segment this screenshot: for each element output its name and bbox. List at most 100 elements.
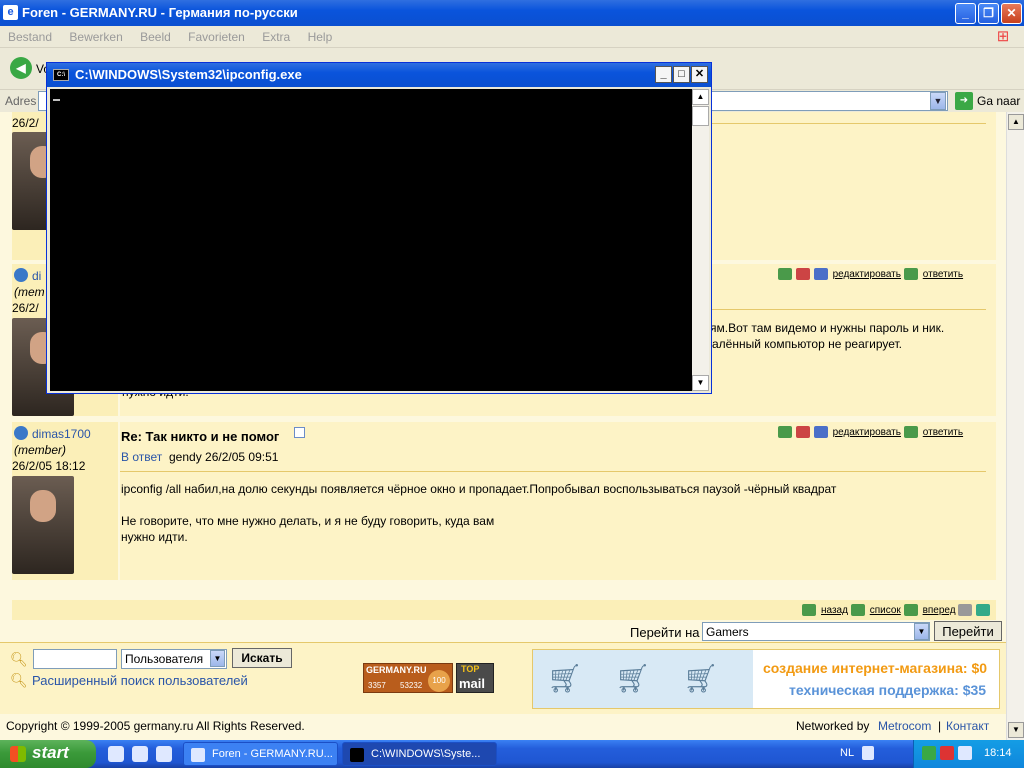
system-tray: 18:14 bbox=[913, 740, 1024, 768]
search-bar: 🔍︎ Пользователя ▼ Искать 🔍︎ Расширенный … bbox=[0, 642, 1006, 714]
metrocom-link[interactable]: Metrocom bbox=[878, 719, 931, 733]
search-type-dropdown-icon[interactable]: ▼ bbox=[210, 650, 225, 667]
post-title: Re: Так никто и не помог bbox=[121, 429, 280, 444]
address-dropdown-icon[interactable]: ▼ bbox=[930, 92, 946, 110]
edit-icon bbox=[813, 426, 828, 438]
console-title: C:\WINDOWS\System32\ipconfig.exe bbox=[75, 67, 302, 82]
reply-to-info: gendy 26/2/05 09:51 bbox=[169, 450, 279, 464]
quicklaunch-media-icon[interactable] bbox=[156, 746, 172, 762]
reply-to-link[interactable]: В ответ bbox=[121, 450, 162, 464]
language-indicator[interactable]: NL bbox=[840, 747, 854, 759]
post-text-line: Не говорите, что мне нужно делать, и я н… bbox=[121, 514, 495, 528]
print-icon[interactable] bbox=[795, 426, 810, 438]
post-icon bbox=[294, 427, 305, 438]
menu-tools[interactable]: Extra bbox=[254, 26, 296, 44]
menu-view[interactable]: Beeld bbox=[132, 26, 177, 44]
shopping-carts-image: 🛒︎ 🛒︎ 🛒︎ bbox=[533, 650, 753, 708]
nav-forward-link[interactable]: вперед bbox=[923, 605, 956, 616]
jump-label: Перейти на bbox=[630, 625, 700, 640]
post-user-role: (member) bbox=[14, 443, 67, 457]
post-date: 26/2/ bbox=[12, 301, 39, 315]
console-maximize-button[interactable]: □ bbox=[673, 66, 690, 83]
scroll-down-icon[interactable]: ▼ bbox=[1008, 722, 1024, 738]
nav-list-link[interactable]: список bbox=[870, 605, 901, 616]
counter-value-a: 3357 bbox=[368, 681, 386, 690]
post-username[interactable]: di bbox=[32, 269, 41, 283]
go-arrow-icon[interactable]: ➜ bbox=[955, 92, 973, 110]
jump-button[interactable]: Перейти bbox=[934, 621, 1002, 641]
taskbar-item-console[interactable]: C:\WINDOWS\Syste... bbox=[342, 742, 497, 766]
user-info-icon[interactable] bbox=[778, 268, 792, 280]
console-minimize-button[interactable]: _ bbox=[655, 66, 672, 83]
search-type-value: Пользователя bbox=[125, 652, 204, 666]
search-input[interactable] bbox=[33, 649, 117, 669]
console-titlebar[interactable]: C:\ C:\WINDOWS\System32\ipconfig.exe _ □… bbox=[47, 63, 711, 87]
tray-volume-icon[interactable] bbox=[958, 746, 972, 760]
advanced-search-icon: 🔍︎ bbox=[10, 672, 28, 688]
user-icon bbox=[14, 426, 28, 440]
console-close-button[interactable]: ✕ bbox=[691, 66, 708, 83]
quicklaunch-ie-icon[interactable] bbox=[132, 746, 148, 762]
restore-button[interactable]: ❐ bbox=[978, 3, 999, 24]
forum-select[interactable]: Gamers bbox=[702, 622, 930, 641]
banner-line-1: создание интернет-магазина: $0 bbox=[763, 660, 988, 676]
console-icon: C:\ bbox=[53, 69, 69, 81]
page-scrollbar[interactable]: ▲ ▼ bbox=[1006, 112, 1024, 740]
search-button[interactable]: Искать bbox=[232, 648, 292, 668]
minimize-button[interactable]: _ bbox=[955, 3, 976, 24]
print-icon[interactable] bbox=[795, 268, 810, 280]
menu-edit[interactable]: Bewerken bbox=[61, 26, 128, 44]
post-body: Re: Так никто и не помог редактировать о… bbox=[120, 422, 996, 580]
console-screen[interactable] bbox=[50, 89, 692, 391]
counter-site: GERMANY.RU bbox=[366, 665, 427, 675]
go-button-label[interactable]: Ga naar bbox=[977, 94, 1020, 108]
top-mail-badge[interactable]: TOP mail bbox=[456, 663, 494, 693]
taskbar-item-ie[interactable]: Foren - GERMANY.RU... bbox=[183, 742, 338, 766]
tray-security-icon[interactable] bbox=[922, 746, 936, 760]
quicklaunch-desktop-icon[interactable] bbox=[108, 746, 124, 762]
post-text-line: ipconfig /all набил,на долю секунды появ… bbox=[121, 482, 837, 496]
clock[interactable]: 18:14 bbox=[984, 747, 1012, 759]
window-title: Foren - GERMANY.RU - Германия по-русски bbox=[22, 5, 298, 20]
forum-select-dropdown-icon[interactable]: ▼ bbox=[914, 623, 929, 640]
edit-link[interactable]: редактировать bbox=[833, 427, 901, 438]
advanced-search-link[interactable]: Расширенный поиск пользователей bbox=[32, 673, 248, 688]
console-scrollbar[interactable]: ▲ ▼ bbox=[692, 89, 709, 391]
console-window[interactable]: C:\ C:\WINDOWS\System32\ipconfig.exe _ □… bbox=[46, 62, 712, 394]
user-info-icon[interactable] bbox=[778, 426, 792, 438]
console-scroll-thumb[interactable] bbox=[692, 106, 709, 126]
ie-icon bbox=[191, 748, 205, 762]
forward-icon bbox=[903, 604, 918, 616]
start-button[interactable]: start bbox=[0, 740, 96, 768]
ad-banner[interactable]: 🛒︎ 🛒︎ 🛒︎ создание интернет-магазина: $0 … bbox=[532, 649, 1000, 709]
close-button[interactable]: ✕ bbox=[1001, 3, 1022, 24]
post-user-role: (mem bbox=[14, 285, 45, 299]
nav-back-link[interactable]: назад bbox=[821, 605, 848, 616]
taskbar: start Foren - GERMANY.RU... C:\WINDOWS\S… bbox=[0, 740, 1024, 768]
top-mail-mail: mail bbox=[459, 676, 486, 691]
germany-ru-counter[interactable]: GERMANY.RU 3357 53232 100 bbox=[363, 663, 453, 693]
post-actions: редактировать ответить bbox=[778, 426, 963, 438]
console-scroll-up-icon[interactable]: ▲ bbox=[692, 89, 709, 105]
console-scroll-down-icon[interactable]: ▼ bbox=[692, 375, 709, 391]
post-username[interactable]: dimas1700 bbox=[32, 427, 91, 441]
reply-icon bbox=[903, 268, 918, 280]
flat-view-icon[interactable] bbox=[958, 604, 973, 616]
window-titlebar[interactable]: e Foren - GERMANY.RU - Германия по-русск… bbox=[0, 0, 1024, 26]
address-label: Adres bbox=[5, 94, 37, 108]
menu-favorites[interactable]: Favorieten bbox=[180, 26, 251, 44]
scroll-up-icon[interactable]: ▲ bbox=[1008, 114, 1024, 130]
back-arrow-icon[interactable]: ◀ bbox=[10, 57, 32, 79]
language-bar-icon[interactable] bbox=[862, 746, 874, 760]
reply-link[interactable]: ответить bbox=[923, 269, 963, 280]
edit-link[interactable]: редактировать bbox=[833, 269, 901, 280]
networked-by-text: Networked by bbox=[796, 719, 870, 733]
threaded-view-icon[interactable] bbox=[976, 604, 991, 616]
reply-link[interactable]: ответить bbox=[923, 427, 963, 438]
tray-app-icon[interactable] bbox=[940, 746, 954, 760]
contact-link[interactable]: Контакт bbox=[946, 719, 989, 733]
menu-help[interactable]: Help bbox=[300, 26, 339, 44]
banner-line-2: техническая поддержка: $35 bbox=[789, 682, 987, 698]
user-avatar bbox=[12, 476, 74, 574]
menu-file[interactable]: Bestand bbox=[0, 26, 58, 44]
